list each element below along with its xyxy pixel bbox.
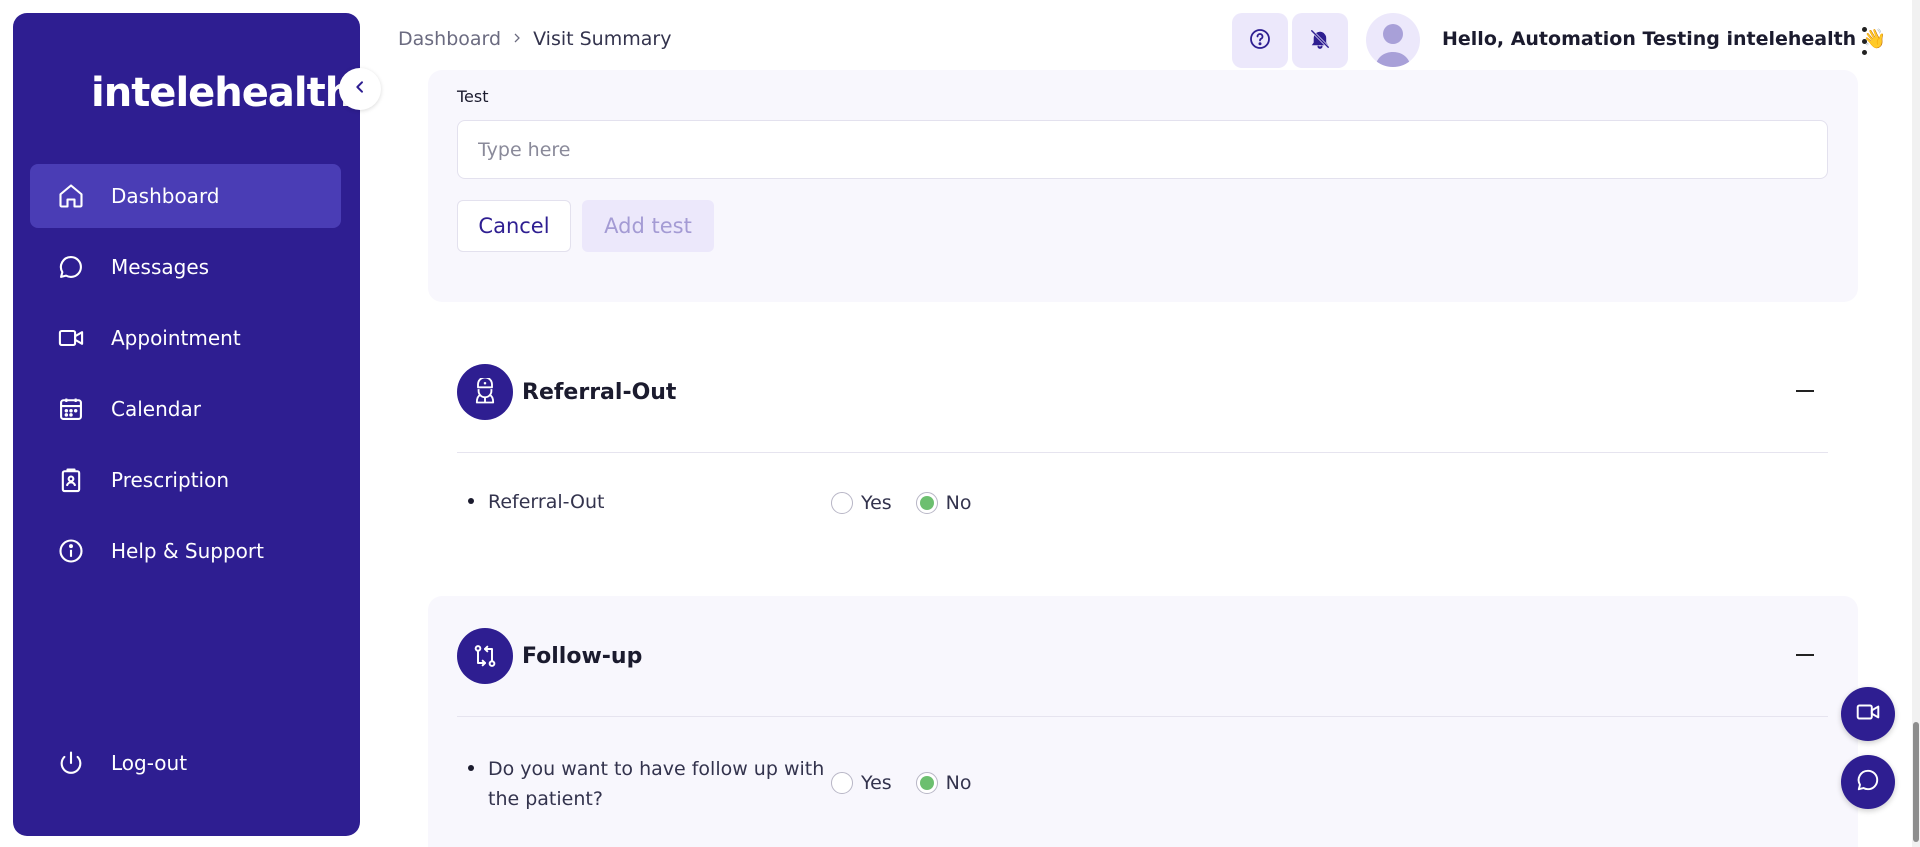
doctor-icon (457, 364, 513, 420)
follow-up-question-row: Do you want to have follow up with the p… (468, 754, 828, 814)
sidebar-item-label: Help & Support (111, 539, 264, 563)
notifications-button[interactable] (1292, 13, 1348, 68)
sidebar-collapse-button[interactable] (339, 68, 381, 110)
breadcrumb: Dashboard Visit Summary (398, 28, 671, 50)
sidebar-item-messages[interactable]: Messages (30, 235, 341, 299)
sidebar-item-calendar[interactable]: Calendar (30, 377, 341, 441)
cancel-button[interactable]: Cancel (457, 200, 571, 252)
video-icon (56, 323, 86, 353)
follow-up-title: Follow-up (522, 643, 643, 669)
message-icon (56, 252, 86, 282)
sidebar-item-help-support[interactable]: Help & Support (30, 519, 341, 583)
logout-button[interactable]: Log-out (30, 731, 341, 795)
add-test-button[interactable]: Add test (582, 200, 714, 252)
sidebar-item-label: Dashboard (111, 184, 220, 208)
scrollbar-track[interactable] (1912, 0, 1920, 847)
help-button[interactable] (1232, 13, 1288, 68)
info-icon (56, 536, 86, 566)
follow-up-header: Follow-up (457, 628, 1828, 684)
git-compare-icon (457, 628, 513, 684)
video-icon (1855, 699, 1881, 729)
referral-out-title: Referral-Out (522, 379, 677, 405)
main-content: Test Cancel Add test Referral-Out Referr… (398, 70, 1908, 847)
sidebar-item-prescription[interactable]: Prescription (30, 448, 341, 512)
scrollbar-thumb[interactable] (1913, 722, 1919, 842)
test-panel (428, 70, 1858, 302)
follow-up-radio-group: Yes No (831, 772, 988, 794)
power-icon (56, 748, 86, 778)
sidebar-item-appointment[interactable]: Appointment (30, 306, 341, 370)
radio-label-yes: Yes (861, 492, 892, 514)
referral-out-yes-radio[interactable] (831, 492, 853, 514)
user-greeting: Hello, Automation Testing intelehealth 👋 (1442, 28, 1887, 50)
referral-out-question: Referral-Out (488, 491, 605, 513)
divider (457, 452, 1828, 453)
collapse-follow-up-button[interactable] (1796, 654, 1814, 656)
test-input[interactable] (457, 120, 1828, 179)
question-circle-icon (1248, 27, 1272, 55)
bell-off-icon (1309, 28, 1331, 54)
chevron-left-icon (352, 79, 368, 99)
sidebar: intelehealth Dashboard Messages Appointm… (13, 13, 360, 836)
sidebar-item-label: Messages (111, 255, 210, 279)
referral-out-radio-group: Yes No (831, 492, 988, 514)
sidebar-item-label: Calendar (111, 397, 201, 421)
calendar-icon (56, 394, 86, 424)
referral-out-header: Referral-Out (457, 364, 1828, 420)
avatar[interactable] (1366, 13, 1420, 67)
chat-button[interactable] (1841, 755, 1895, 809)
bullet (468, 498, 474, 504)
collapse-referral-out-button[interactable] (1796, 390, 1814, 392)
video-call-button[interactable] (1841, 687, 1895, 741)
app: intelehealth Dashboard Messages Appointm… (0, 0, 1920, 847)
radio-label-yes: Yes (861, 772, 892, 794)
sidebar-item-dashboard[interactable]: Dashboard (30, 164, 341, 228)
chevron-right-icon (511, 28, 523, 50)
home-icon (56, 181, 86, 211)
logo-text: intelehealth (91, 70, 353, 116)
logout-label: Log-out (111, 751, 188, 775)
logo: intelehealth (91, 63, 353, 123)
sidebar-nav: Dashboard Messages Appointment Calendar (30, 164, 341, 590)
radio-label-no: No (945, 492, 972, 514)
breadcrumb-dashboard[interactable]: Dashboard (398, 28, 501, 50)
radio-label-no: No (945, 772, 972, 794)
bullet (468, 765, 474, 771)
follow-up-question: Do you want to have follow up with the p… (488, 758, 825, 810)
sidebar-item-label: Appointment (111, 326, 241, 350)
follow-up-yes-radio[interactable] (831, 772, 853, 794)
breadcrumb-visit-summary: Visit Summary (533, 28, 672, 50)
sidebar-item-label: Prescription (111, 468, 229, 492)
divider (457, 716, 1828, 717)
clipboard-icon (56, 465, 86, 495)
referral-out-no-radio[interactable] (915, 492, 938, 514)
follow-up-no-radio[interactable] (915, 772, 938, 794)
chat-icon (1855, 767, 1881, 797)
logout-section: Log-out (30, 731, 341, 802)
referral-out-question-row: Referral-Out (468, 487, 828, 517)
test-label: Test (457, 87, 489, 106)
more-options-icon[interactable] (1854, 27, 1874, 55)
top-header: Dashboard Visit Summary Hello, Automatio… (398, 0, 1908, 80)
